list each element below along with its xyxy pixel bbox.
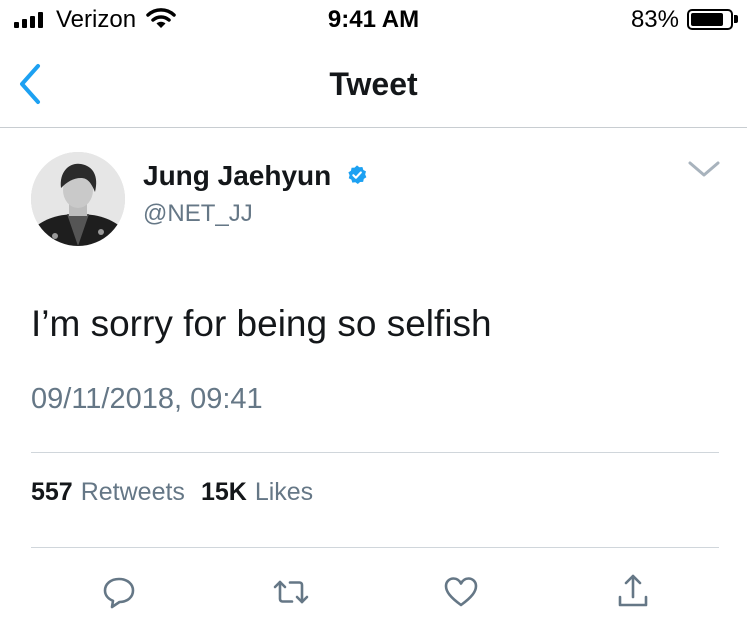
- verified-badge-icon: [348, 165, 367, 184]
- chevron-down-icon: [688, 161, 720, 177]
- avatar-image: [31, 152, 125, 246]
- battery-icon: [687, 9, 733, 30]
- retweets-stat[interactable]: 557 Retweets: [31, 478, 201, 507]
- tweet-text: I’m sorry for being so selfish: [31, 303, 492, 344]
- comment-icon: [103, 577, 135, 609]
- like-button[interactable]: [441, 572, 481, 612]
- divider: [31, 452, 719, 453]
- divider: [31, 547, 719, 548]
- retweet-icon: [273, 580, 309, 604]
- battery-nub: [734, 15, 738, 23]
- page-title: Tweet: [329, 66, 418, 102]
- share-icon: [618, 574, 648, 607]
- likes-count: 15K: [200, 478, 247, 506]
- retweets-label: Retweets: [80, 478, 185, 506]
- nav-bar: Tweet: [0, 44, 747, 128]
- battery-fill: [691, 13, 723, 26]
- reply-button[interactable]: [99, 572, 139, 612]
- likes-stat[interactable]: 15K Likes: [201, 478, 329, 507]
- battery-percent: 83%: [630, 6, 679, 33]
- heart-icon: [444, 577, 478, 607]
- tweet-menu-button[interactable]: [685, 156, 723, 182]
- status-bar: Verizon 9:41 AM 83%: [0, 0, 747, 44]
- retweets-count: 557: [31, 478, 73, 506]
- retweet-button[interactable]: [271, 572, 311, 612]
- likes-label: Likes: [254, 478, 314, 506]
- user-handle[interactable]: @NET_JJ: [143, 200, 253, 228]
- display-name[interactable]: Jung Jaehyun: [143, 160, 331, 192]
- tweet-timestamp: 09/11/2018, 09:41: [31, 383, 263, 415]
- tweet-stats: 557 Retweets 15K Likes: [31, 478, 329, 507]
- share-button[interactable]: [613, 572, 653, 612]
- avatar[interactable]: [31, 152, 125, 246]
